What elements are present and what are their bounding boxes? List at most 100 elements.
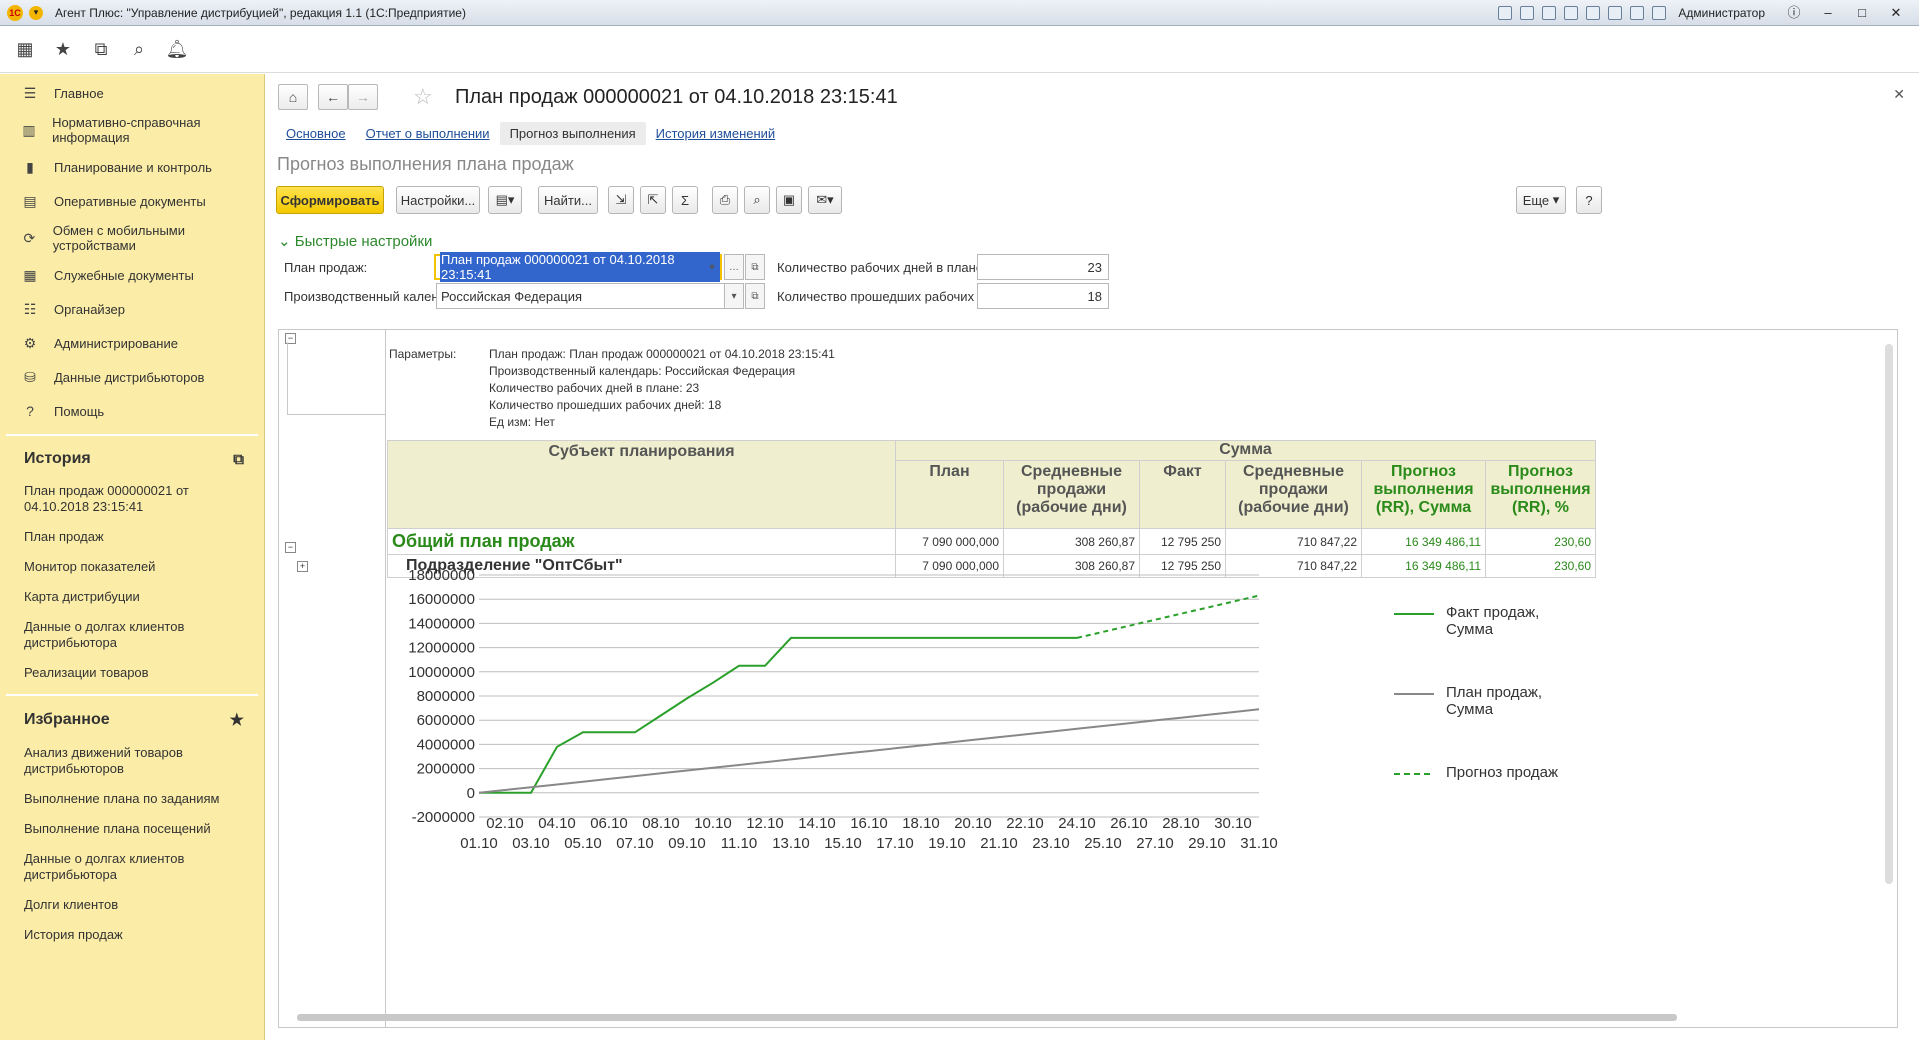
quick-settings-toggle[interactable]: ⌄ Быстрые настройки	[278, 232, 432, 250]
x-tick-label: 20.10	[954, 815, 992, 832]
history-item[interactable]: План продаж 000000021 от 04.10.2018 23:1…	[0, 476, 264, 522]
section-planning[interactable]: ▮ Планирование и контроль	[0, 150, 264, 184]
section-reference[interactable]: ▥ Нормативно-справочная информация	[0, 110, 264, 150]
calendar-icon[interactable]	[1586, 5, 1601, 20]
vertical-scrollbar[interactable]	[1885, 344, 1893, 884]
tab-report[interactable]: Отчет о выполнении	[356, 122, 500, 145]
history-item[interactable]: Карта дистрибуции	[0, 582, 264, 612]
save-icon[interactable]	[1498, 5, 1513, 20]
favorite-item[interactable]: Данные о долгах клиентов дистрибьютора	[0, 844, 264, 890]
legend-swatch	[1394, 693, 1434, 695]
table-row[interactable]: Общий план продаж 7 090 000,000 308 260,…	[387, 528, 1596, 555]
bell-icon[interactable]: 🔔︎	[158, 31, 196, 69]
close-window-button[interactable]: ✕	[1883, 3, 1909, 23]
search-icon[interactable]: ⌕	[120, 31, 158, 69]
y-tick-label: 14000000	[408, 615, 475, 632]
favorite-item[interactable]: Анализ движений товаров дистрибьюторов	[0, 738, 264, 784]
main-menu-icon[interactable]: ▾	[29, 5, 43, 20]
x-tick-label: 03.10	[512, 835, 550, 852]
passed-days-field[interactable]: 18	[977, 283, 1109, 309]
x-tick-label: 29.10	[1188, 835, 1226, 852]
find-button[interactable]: Найти...	[538, 186, 598, 214]
home-button[interactable]: ⌂	[278, 84, 308, 110]
maximize-button[interactable]: □	[1849, 3, 1875, 23]
tab-history[interactable]: История изменений	[646, 122, 786, 145]
more-button[interactable]: Еще ▾	[1516, 186, 1566, 214]
workdays-field[interactable]: 23	[977, 254, 1109, 280]
section-help[interactable]: ? Помощь	[0, 394, 264, 428]
history-icon[interactable]: ⧉	[82, 31, 120, 69]
gear-icon: ⚙	[23, 334, 37, 351]
favorite-item[interactable]: История продаж	[0, 920, 264, 950]
history-open-icon[interactable]: ⧉	[233, 451, 244, 468]
current-user[interactable]: Администратор	[1678, 6, 1765, 20]
calendar-field[interactable]: Российская Федерация	[436, 283, 726, 309]
panel-icon[interactable]	[1652, 5, 1667, 20]
help-button[interactable]: ?	[1576, 186, 1602, 214]
email-icon[interactable]: ✉▾	[808, 186, 842, 214]
print-icon[interactable]	[1520, 5, 1535, 20]
section-organizer[interactable]: ☷ Органайзер	[0, 292, 264, 326]
back-button[interactable]: ←	[318, 84, 348, 110]
report-spreadsheet[interactable]: − Параметры: План продаж: План продаж 00…	[278, 329, 1898, 1028]
history-item[interactable]: План продаж	[0, 522, 264, 552]
history-item[interactable]: Монитор показателей	[0, 552, 264, 582]
star-icon[interactable]: ★	[44, 31, 82, 69]
sales-chart: 18000000 16000000 14000000 12000000 10000000…	[408, 567, 1278, 852]
collapse-group-icon[interactable]: −	[285, 542, 296, 553]
favorite-item[interactable]: Долги клиентов	[0, 890, 264, 920]
dropdown-icon[interactable]: ▾	[724, 283, 744, 309]
save-icon[interactable]: ▣	[776, 186, 802, 214]
favorite-star-icon[interactable]: ☆	[413, 84, 433, 110]
param-line: План продаж: План продаж 000000021 от 04…	[489, 347, 835, 361]
favorite-item[interactable]: Выполнение плана по заданиям	[0, 784, 264, 814]
settings-button[interactable]: Настройки...	[396, 186, 480, 214]
section-operations[interactable]: ▤ Оперативные документы	[0, 184, 264, 218]
open-link-icon[interactable]: ⧉	[745, 283, 765, 309]
zoom-icon[interactable]	[1630, 5, 1645, 20]
section-mobile-exchange[interactable]: ⟳ Обмен с мобильными устройствами	[0, 218, 264, 258]
cell-rr-sum: 16 349 486,11	[1361, 554, 1486, 578]
variant-dropdown-icon[interactable]: ▤▾	[488, 186, 522, 214]
section-admin[interactable]: ⚙ Администрирование	[0, 326, 264, 360]
info-icon[interactable]: ⓘ	[1781, 3, 1807, 23]
cell-rr-pct: 230,60	[1485, 528, 1596, 555]
dropdown-icon[interactable]: ▾	[702, 254, 722, 280]
x-tick-label: 23.10	[1032, 835, 1070, 852]
link-icon[interactable]	[1564, 5, 1579, 20]
open-link-icon[interactable]: ⧉	[745, 254, 765, 280]
collapse-icon[interactable]: ⇱	[640, 186, 666, 214]
y-tick-label: 2000000	[417, 761, 475, 778]
preview-icon[interactable]: ⌕	[744, 186, 770, 214]
section-distributors[interactable]: ⛁ Данные дистрибьюторов	[0, 360, 264, 394]
expand-icon[interactable]: ⇲	[608, 186, 634, 214]
section-main[interactable]: ☰ Главное	[0, 76, 264, 110]
x-tick-label: 28.10	[1162, 815, 1200, 832]
close-form-icon[interactable]: ✕	[1893, 86, 1905, 103]
help-icon: ?	[26, 403, 34, 419]
generate-button[interactable]: Сформировать	[276, 186, 384, 214]
x-tick-label: 02.10	[486, 815, 524, 832]
star-icon[interactable]: ★	[230, 710, 244, 730]
expand-row-icon[interactable]: +	[297, 561, 308, 572]
tab-forecast[interactable]: Прогноз выполнения	[499, 122, 646, 145]
forward-button[interactable]: →	[348, 84, 378, 110]
history-item[interactable]: Данные о долгах клиентов дистрибьютора	[0, 612, 264, 658]
tab-main[interactable]: Основное	[276, 122, 356, 145]
calculator-icon[interactable]	[1608, 5, 1623, 20]
minimize-button[interactable]: –	[1815, 3, 1841, 23]
sum-icon[interactable]: Σ	[672, 186, 698, 214]
section-service-docs[interactable]: ▦ Служебные документы	[0, 258, 264, 292]
apps-grid-icon[interactable]: ▦	[6, 31, 44, 69]
plan-field[interactable]: План продаж 000000021 от 04.10.2018 23:1…	[434, 252, 722, 282]
horizontal-scrollbar[interactable]	[297, 1014, 1677, 1021]
history-item[interactable]: Реализации товаров	[0, 658, 264, 688]
y-tick-label: -2000000	[412, 809, 475, 826]
print-icon[interactable]: ⎙	[712, 186, 738, 214]
select-button[interactable]: …	[724, 254, 744, 280]
app-logo-icon: 1С	[7, 4, 23, 21]
favorite-item[interactable]: Выполнение плана посещений	[0, 814, 264, 844]
x-tick-label: 10.10	[694, 815, 732, 832]
divider	[6, 694, 258, 696]
preview-icon[interactable]	[1542, 5, 1557, 20]
